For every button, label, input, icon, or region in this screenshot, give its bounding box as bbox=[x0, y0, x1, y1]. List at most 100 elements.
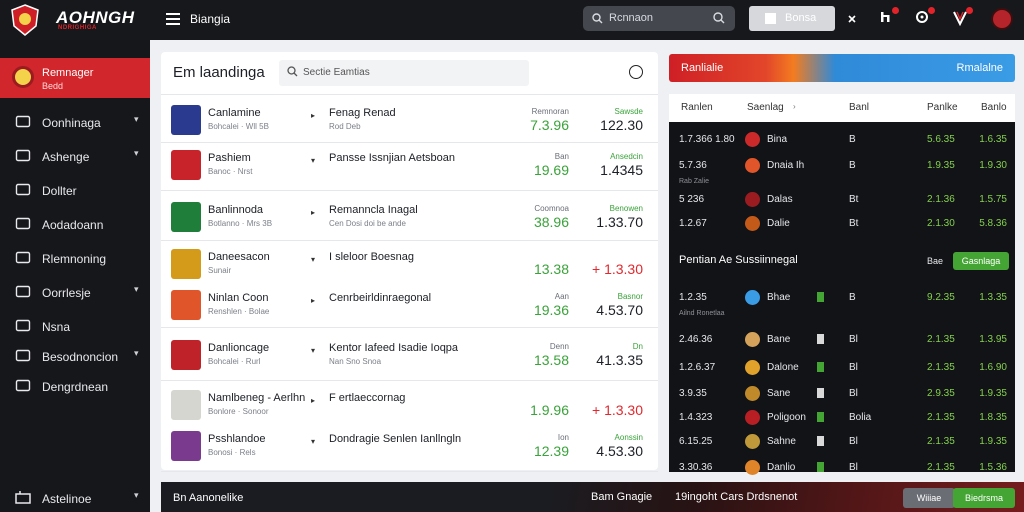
item-name[interactable]: Namlbeneg - Aerlhn bbox=[208, 392, 305, 404]
table-row[interactable]: 1.4.323 Poligoon Bolia 2.1.35 1.8.35 bbox=[669, 408, 1015, 428]
menu-icon[interactable] bbox=[166, 13, 180, 25]
sidebar-item[interactable]: Oonhinaga ▾ bbox=[0, 110, 150, 136]
team-icon bbox=[745, 192, 760, 207]
table-row[interactable]: 2.46.36 Bane Bl 2.1.35 1.3.95 bbox=[669, 330, 1015, 350]
cell-value[interactable]: 2.1.35 bbox=[927, 334, 955, 345]
chart-icon[interactable] bbox=[913, 7, 935, 28]
sidebar-item[interactable]: Nsna bbox=[0, 314, 150, 340]
sidebar-item[interactable]: Ashenge ▾ bbox=[0, 144, 150, 170]
col-header[interactable]: Banlo bbox=[981, 102, 1007, 113]
item-name[interactable]: Danlioncage bbox=[208, 342, 269, 354]
col-header[interactable]: Saenlag bbox=[747, 102, 784, 113]
cell-value[interactable]: 1.8.35 bbox=[977, 412, 1007, 423]
sidebar-item[interactable]: Besodnoncion ▾ bbox=[0, 344, 150, 370]
right-header-right[interactable]: Rmalalne bbox=[957, 62, 1003, 74]
cell-value[interactable]: 1.6.90 bbox=[977, 362, 1007, 373]
sidebar-item[interactable]: Rlemnoning bbox=[0, 246, 150, 272]
col-header[interactable]: Ranlen bbox=[681, 102, 713, 113]
cell-value[interactable]: 2.9.35 bbox=[927, 388, 955, 399]
col-header[interactable]: Panlke bbox=[927, 102, 958, 113]
list-item[interactable]: Ninlan Coon Renshlen · Bolae ▸ Cenrbeirldin… bbox=[161, 290, 658, 330]
cell-value[interactable]: 9.2.35 bbox=[927, 292, 955, 303]
sidebar-item[interactable]: Oorrlesje ▾ bbox=[0, 280, 150, 306]
cell-value[interactable]: 1.6.35 bbox=[977, 134, 1007, 145]
main-search-input[interactable]: Sectie Eamtias bbox=[279, 60, 529, 86]
table-row[interactable]: 3.30.36 Danlio Bl 2.1.35 1.5.36 bbox=[669, 458, 1015, 478]
logo-shield-icon[interactable] bbox=[10, 4, 40, 36]
refresh-icon[interactable] bbox=[629, 65, 643, 79]
shield-icon[interactable] bbox=[951, 7, 973, 28]
table-row[interactable]: 3.9.35 Sane Bl 2.9.35 1.9.35 bbox=[669, 384, 1015, 404]
list-item[interactable]: Banlinnoda Botlanno · Mrs 3B ▸ Remanncla In… bbox=[161, 202, 658, 242]
file-icon bbox=[15, 378, 31, 394]
user-icon[interactable] bbox=[877, 7, 899, 28]
table-row[interactable]: 5.7.36 Dnaia Ih B 1.9.35 1.9.30 bbox=[669, 156, 1015, 176]
sidebar-item-label: Rlemnoning bbox=[42, 252, 107, 266]
item-name[interactable]: Canlamine bbox=[208, 107, 261, 119]
item-name[interactable]: Ninlan Coon bbox=[208, 292, 269, 304]
section-right-label[interactable]: Bae bbox=[927, 256, 943, 266]
cell-value[interactable]: 1.5.75 bbox=[977, 194, 1007, 205]
cell-value[interactable]: 5.8.36 bbox=[977, 218, 1007, 229]
bottom-left-label: Bn Aanonelike bbox=[173, 492, 244, 504]
cell-value[interactable]: 1.9.35 bbox=[977, 388, 1007, 399]
table-row[interactable]: 1.2.6.37 Dalone Bl 2.1.35 1.6.90 bbox=[669, 358, 1015, 378]
table-row[interactable]: 6.15.25 Sahne Bl 2.1.35 1.9.35 bbox=[669, 432, 1015, 452]
primary-button[interactable]: Biedrsma bbox=[953, 488, 1015, 508]
cell-value[interactable]: 1.3.35 bbox=[977, 292, 1007, 303]
list-item[interactable]: Psshlandoe Bonosi · Rels ▾ Dondragie Senlen… bbox=[161, 431, 658, 471]
search-input[interactable]: Rcnnaon bbox=[583, 6, 735, 31]
cell-value[interactable]: 2.1.35 bbox=[927, 436, 955, 447]
profile-icon bbox=[12, 66, 34, 88]
list-item[interactable]: Namlbeneg - Aerlhn Bonlore · Sonoor ▸ F ert… bbox=[161, 390, 658, 430]
right-panel-header[interactable]: Ranlialie Rmalalne bbox=[669, 54, 1015, 82]
team-icon bbox=[745, 386, 760, 401]
search-submit-icon[interactable] bbox=[713, 12, 725, 27]
list-item[interactable]: Daneesacon Sunair ▾ I sleloor Boesnag 13.38 +… bbox=[161, 249, 658, 289]
arrow-icon: ▸ bbox=[311, 296, 316, 305]
close-icon[interactable] bbox=[843, 10, 861, 28]
sidebar-item-bottom[interactable]: Astelinoe ▾ bbox=[0, 486, 150, 512]
team-icon bbox=[745, 434, 760, 449]
cell-value[interactable]: 1.9.35 bbox=[977, 436, 1007, 447]
cell-value[interactable]: 2.1.35 bbox=[927, 412, 955, 423]
sidebar-item[interactable]: Dollter bbox=[0, 178, 150, 204]
item-name[interactable]: Daneesacon bbox=[208, 251, 270, 263]
cell-time: 3.30.36 bbox=[679, 462, 713, 473]
avatar[interactable] bbox=[991, 8, 1013, 30]
cell-value[interactable]: 2.1.35 bbox=[927, 362, 955, 373]
section-button[interactable]: Gasnlaga bbox=[953, 252, 1009, 270]
item-total-label: Benowen bbox=[609, 204, 643, 213]
cell-value[interactable]: 1.5.36 bbox=[977, 462, 1007, 473]
list-item[interactable]: Canlamine Bohcalei · Wll 5B ▸ Fenag Renad Ro… bbox=[161, 105, 658, 145]
sidebar-active-item[interactable]: Remnager Bedd bbox=[0, 58, 150, 98]
table-row[interactable]: 1.7.366 1.80 Bina B 5.6.35 1.6.35 bbox=[669, 130, 1015, 150]
secondary-button[interactable]: Wiiiae bbox=[903, 488, 955, 508]
cell-value[interactable]: 1.9.35 bbox=[927, 160, 955, 171]
sidebar-item[interactable]: Dengrdnean bbox=[0, 374, 150, 400]
page-title: Biangia bbox=[190, 12, 231, 26]
cell-value[interactable]: 5.6.35 bbox=[927, 134, 955, 145]
list-item[interactable]: Danlioncage Bohcalei · Rurl ▾ Kentor Iafeed… bbox=[161, 340, 658, 380]
item-name[interactable]: Pashiem bbox=[208, 152, 251, 164]
cell-time: 1.2.67 bbox=[679, 218, 707, 229]
table-row[interactable]: 1.2.35 Bhae B 9.2.35 1.3.35 bbox=[669, 288, 1015, 308]
cell-value[interactable]: 1.9.30 bbox=[977, 160, 1007, 171]
col-header[interactable]: Banl bbox=[849, 102, 869, 113]
item-desc-sub: Rod Deb bbox=[329, 122, 361, 131]
top-action-button[interactable]: Bonsa bbox=[749, 6, 835, 31]
sidebar-item[interactable]: Aodadoann bbox=[0, 212, 150, 238]
table-row[interactable]: 5 236 Dalas Bt 2.1.36 1.5.75 bbox=[669, 190, 1015, 210]
chevron-down-icon: ▾ bbox=[134, 148, 139, 158]
list-item[interactable]: Pashiem Banoc · Nrst ▾ Pansse Issnjian Aets… bbox=[161, 150, 658, 190]
item-name[interactable]: Banlinnoda bbox=[208, 204, 263, 216]
cell-value[interactable]: 1.3.95 bbox=[977, 334, 1007, 345]
cell-value[interactable]: 2.1.35 bbox=[927, 462, 955, 473]
mini-badge-icon bbox=[817, 388, 824, 398]
table-row[interactable]: 1.2.67 Dalie Bt 2.1.30 5.8.36 bbox=[669, 214, 1015, 234]
cell-value[interactable]: 2.1.30 bbox=[927, 218, 955, 229]
item-value-label: Remnoran bbox=[531, 107, 569, 116]
cell-value[interactable]: 2.1.36 bbox=[927, 194, 955, 205]
layers-icon bbox=[15, 491, 31, 504]
item-name[interactable]: Psshlandoe bbox=[208, 433, 266, 445]
